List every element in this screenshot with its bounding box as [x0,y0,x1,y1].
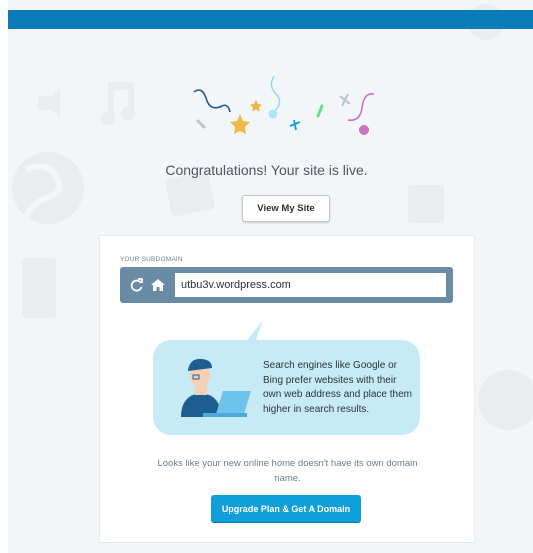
confetti-illustration [193,75,375,135]
bubble-text: Search engines like Google or Bing prefe… [263,360,412,415]
upgrade-plan-button[interactable]: Upgrade Plan & Get A Domain [211,495,361,522]
search-engine-bubble: Search engines like Google or Bing prefe… [153,340,420,435]
refresh-icon[interactable] [129,277,145,293]
home-icon[interactable] [150,277,166,293]
person-laptop-illustration [181,358,251,417]
congrats-heading: Congratulations! Your site is live. [165,162,368,178]
top-bar [8,10,533,29]
view-my-site-button[interactable]: View My Site [242,195,330,222]
subdomain-url-field[interactable]: utbu3v.wordpress.com [175,273,446,297]
browser-bar: utbu3v.wordpress.com [120,267,453,303]
subdomain-label: YOUR SUBDOMAIN [120,256,183,263]
domain-note: Looks like your new online home doesn't … [157,458,418,484]
